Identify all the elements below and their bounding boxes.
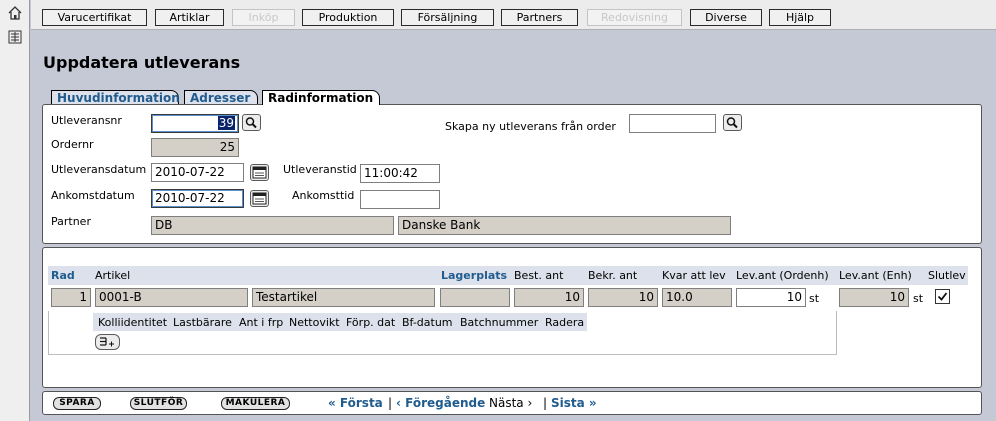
row-rad-field: 1	[51, 288, 91, 307]
sub-col-nettovikt: Nettovikt	[289, 316, 340, 329]
skapa-label: Skapa ny utleverans från order	[445, 120, 616, 133]
row-levant-enh-field: 10	[839, 288, 909, 307]
ankomstdatum-field[interactable]: 2010-07-22	[151, 189, 244, 208]
list-menu-icon[interactable]	[8, 30, 22, 44]
partner-name-field: Danske Bank	[398, 216, 731, 235]
sub-col-bf-datum: Bf-datum	[402, 316, 453, 329]
row-levant-enh-unit: st	[913, 292, 924, 305]
row-best-ant-field: 10	[514, 288, 584, 307]
ankomstdatum-label: Ankomstdatum	[51, 189, 135, 202]
add-package-icon[interactable]	[95, 334, 120, 350]
calendar-icon[interactable]	[250, 164, 269, 181]
slutfor-button[interactable]: SLUTFÖR	[130, 397, 187, 410]
page-title: Uppdatera utleverans	[43, 53, 241, 72]
table-header-row	[48, 266, 968, 285]
col-bekr-ant-header: Bekr. ant	[588, 269, 638, 282]
row-bekr-ant-field: 10	[588, 288, 658, 307]
row-lagerplats-field	[440, 288, 510, 307]
nav-produktion[interactable]: Produktion	[302, 9, 394, 26]
nav-partners[interactable]: Partners	[501, 9, 578, 26]
nav-redovisning: Redovisning	[587, 9, 682, 26]
utleveransdatum-label: Utleveransdatum	[51, 163, 147, 176]
col-lagerplats-header[interactable]: Lagerplats	[441, 267, 507, 285]
utleveransdatum-field[interactable]: 2010-07-22	[151, 163, 244, 182]
search-icon[interactable]	[242, 114, 261, 131]
left-toolbar	[0, 0, 30, 421]
sub-col-ant-i-frp: Ant i frp	[239, 316, 284, 329]
sub-col-batchnummer: Batchnummer	[460, 316, 539, 329]
ankomsttid-label: Ankomsttid	[292, 189, 355, 202]
nav-hjalp[interactable]: Hjälp	[769, 9, 831, 26]
col-slutlev-header: Slutlev	[928, 269, 966, 282]
row-kvar-field: 10.0	[662, 288, 732, 307]
tab-huvudinformation[interactable]: Huvudinformation	[51, 90, 180, 105]
row-artikel-code-field: 0001-B	[95, 288, 248, 307]
sub-col-radera: Radera	[545, 316, 585, 329]
house-icon[interactable]	[8, 6, 22, 20]
row-artikel-name-field: Testartikel	[252, 288, 435, 307]
last-page-link[interactable]: Sista »	[551, 396, 597, 411]
ankomsttid-field[interactable]	[360, 190, 440, 209]
page-header: Uppdatera utleverans	[31, 31, 996, 89]
previous-page-link[interactable]: ‹ Föregående	[396, 396, 485, 411]
ordernr-field: 25	[151, 138, 239, 157]
utleveransnr-label: Utleveransnr	[51, 114, 122, 127]
col-best-ant-header: Best. ant	[514, 269, 564, 282]
nav-artiklar[interactable]: Artiklar	[155, 9, 224, 26]
slutlev-checkbox[interactable]	[935, 289, 950, 304]
col-levant-ordenh-header: Lev.ant (Ordenh)	[736, 269, 829, 282]
nav-inkop: Inköp	[232, 9, 295, 26]
sub-col-kolliidentitet: Kolliidentitet	[98, 316, 168, 329]
col-kvar-header: Kvar att lev	[662, 269, 726, 282]
ordernr-label: Ordernr	[51, 138, 94, 151]
tab-adresser[interactable]: Adresser	[184, 90, 258, 105]
utleveranstid-label: Utleveranstid	[283, 163, 357, 176]
row-levant-ordenh-field[interactable]: 10	[736, 288, 806, 307]
save-button[interactable]: SPARA	[53, 397, 101, 410]
partner-code-field: DB	[151, 216, 394, 235]
first-page-link[interactable]: « Första	[328, 396, 383, 411]
pager-separator: |	[388, 396, 393, 410]
makulera-button[interactable]: MAKULERA	[221, 397, 290, 410]
skapa-order-field[interactable]	[629, 114, 716, 133]
pager-separator: |	[543, 396, 548, 410]
calendar-icon[interactable]	[250, 190, 269, 207]
nav-forsaljning[interactable]: Försäljning	[401, 9, 494, 26]
tab-radinformation[interactable]: Radinformation	[262, 90, 380, 105]
col-rad-header[interactable]: Rad	[51, 267, 75, 285]
next-page-label: Nästa ›	[489, 396, 533, 410]
nav-diverse[interactable]: Diverse	[690, 9, 762, 26]
search-icon[interactable]	[723, 114, 742, 131]
col-artikel-header: Artikel	[95, 269, 131, 282]
sub-col-lastbarare: Lastbärare	[173, 316, 232, 329]
col-levant-enh-header: Lev.ant (Enh)	[839, 269, 912, 282]
utleveranstid-field[interactable]: 11:00:42	[360, 164, 440, 183]
nav-varucertifikat[interactable]: Varucertifikat	[42, 9, 147, 26]
partner-label: Partner	[51, 215, 91, 228]
sub-col-forp-dat: Förp. dat	[346, 316, 396, 329]
row-levant-ordenh-unit: st	[809, 292, 820, 305]
utleveransnr-field[interactable]: 39	[151, 114, 239, 133]
